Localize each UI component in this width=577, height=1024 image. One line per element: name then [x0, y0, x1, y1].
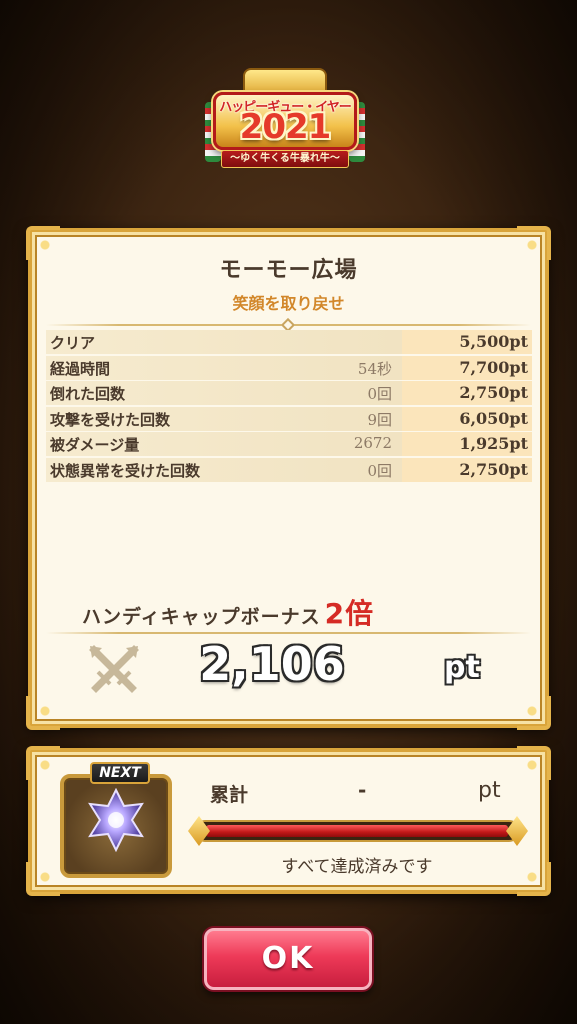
stage-title: モーモー広場: [219, 258, 358, 283]
score-row-label: 倒れた回数: [50, 385, 126, 403]
score-row-points: 1,925pt: [402, 432, 532, 456]
score-row-label: 被ダメージ量: [50, 436, 140, 454]
corner-ornament: [517, 862, 551, 896]
score-row-label: 状態異常を受けた回数: [50, 461, 201, 480]
completion-status: すべて達成済みです: [281, 857, 433, 877]
bonus-multiplier: 2倍: [324, 597, 375, 630]
score-row: 倒れた回数 0回 2,750pt: [46, 381, 532, 405]
corner-ornament: [26, 696, 60, 730]
score-row-value: 0回: [367, 385, 392, 403]
logo-ribbon: 〜ゆく牛くる牛暴れ牛〜: [221, 150, 349, 168]
score-row: 経過時間 54秒 7,700pt: [46, 355, 532, 380]
quest-title: 笑顔を取り戻せ: [232, 294, 345, 313]
logo-year: 2021: [239, 107, 332, 147]
next-badge: NEXT: [90, 762, 150, 784]
next-reward-panel: NEXT 累計 - pt すべて達成済みです: [26, 746, 551, 896]
total-score-unit: pt: [444, 650, 480, 685]
star-gem-icon: [88, 788, 144, 852]
total-score: 2,106: [199, 637, 345, 691]
corner-ornament: [26, 862, 60, 896]
score-row: 被ダメージ量 2672 1,925pt: [46, 432, 532, 456]
score-row-points: 2,750pt: [402, 381, 532, 405]
score-row: 状態異常を受けた回数 0回 2,750pt: [46, 457, 532, 482]
cumulative-value: -: [358, 778, 367, 802]
handicap-bonus: ハンディキャップボーナス 2倍: [82, 592, 374, 632]
event-logo: ハッピーギュー・イヤー 2021 〜ゆく牛くる牛暴れ牛〜: [205, 62, 365, 174]
progress-bar: [194, 820, 520, 842]
score-table: クリア 5,500pt 経過時間 54秒 7,700pt 倒れた回数 0回 2,…: [46, 330, 532, 483]
corner-ornament: [26, 746, 60, 780]
bonus-label: ハンディキャップボーナス: [82, 606, 321, 628]
score-row-label: 経過時間: [50, 359, 111, 378]
score-row-value: 2672: [353, 434, 392, 452]
score-row-label: クリア: [50, 334, 96, 352]
cumulative-unit: pt: [478, 778, 501, 803]
ok-button[interactable]: OK: [204, 928, 372, 990]
score-row-label: 攻撃を受けた回数: [50, 410, 171, 429]
cumulative-label: 累計: [210, 784, 249, 806]
ok-button-label: OK: [261, 941, 315, 976]
score-row: 攻撃を受けた回数 9回 6,050pt: [46, 406, 532, 431]
score-row-points: 5,500pt: [402, 330, 532, 354]
score-row-points: 2,750pt: [402, 457, 532, 482]
score-row: クリア 5,500pt: [46, 330, 532, 354]
crossed-swords-icon: [89, 645, 139, 693]
result-panel: モーモー広場 笑顔を取り戻せ クリア 5,500pt 経過時間 54秒 7,70…: [26, 226, 551, 730]
score-row-value: 54秒: [357, 359, 392, 378]
score-row-points: 6,050pt: [402, 406, 532, 431]
progress-fill: [206, 825, 508, 837]
score-row-points: 7,700pt: [402, 355, 532, 380]
score-row-value: 0回: [367, 461, 392, 480]
corner-ornament: [517, 746, 551, 780]
corner-ornament: [517, 696, 551, 730]
score-row-value: 9回: [367, 410, 392, 429]
divider: [46, 632, 531, 634]
